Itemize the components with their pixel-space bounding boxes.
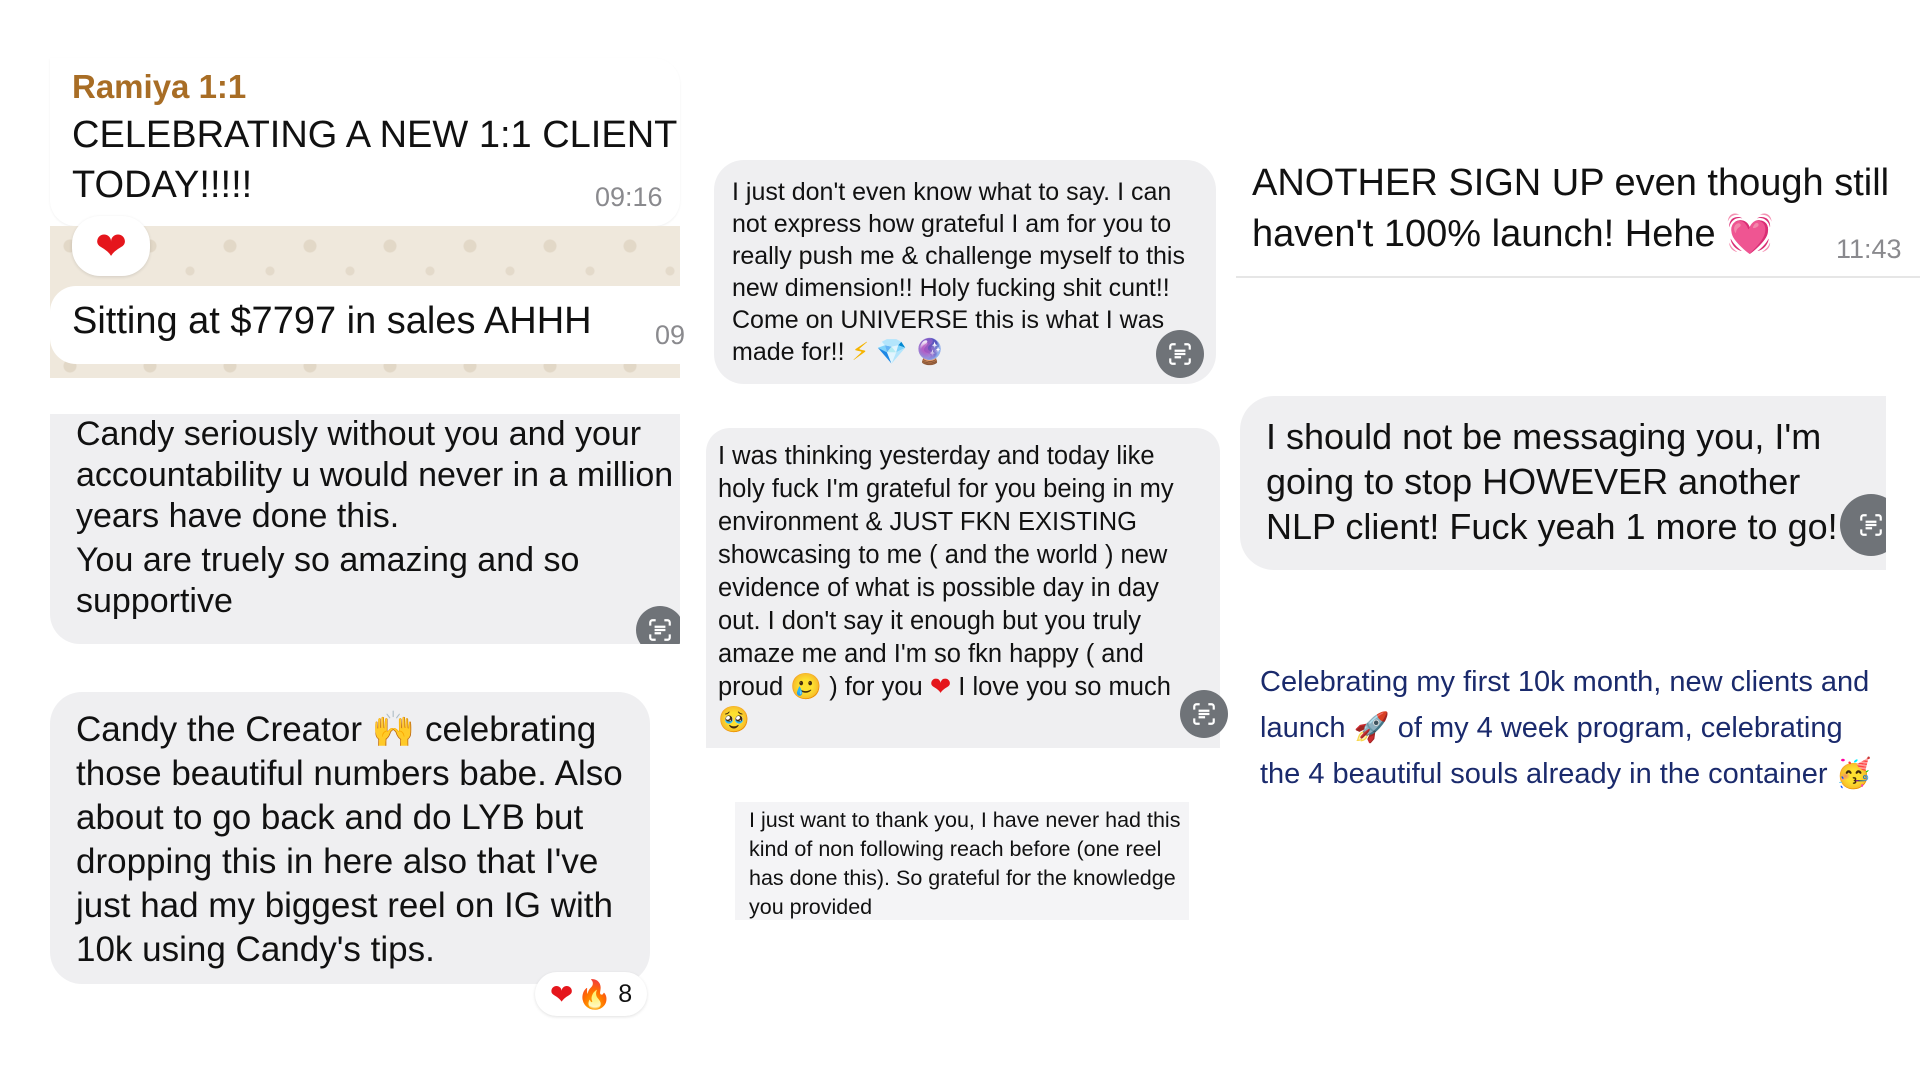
message-bubble-nlp-client[interactable]: I should not be messaging you, I'm going… xyxy=(1240,396,1886,570)
message-text: I just want to thank you, I have never h… xyxy=(749,808,1181,919)
raised-hands-icon: 🙌 xyxy=(371,710,416,750)
message-text-part3: I love you so much xyxy=(958,673,1171,701)
message-bubble-ramiya[interactable]: Ramiya 1:1 CELEBRATING A NEW 1:1 CLIENT … xyxy=(50,58,680,226)
message-text-line2: TODAY!!!!! xyxy=(72,164,253,206)
message-text-body: I just don't even know what to say. I ca… xyxy=(732,178,1185,366)
reaction-pill-heart[interactable]: ❤ xyxy=(72,216,150,276)
message-text-part1: I was thinking yesterday and today like … xyxy=(718,442,1174,701)
message-text-part2: ) for you xyxy=(829,673,923,701)
message-text: I should not be messaging you, I'm going… xyxy=(1266,416,1838,547)
message-timestamp: 11:43 xyxy=(1836,234,1902,264)
scan-text-icon xyxy=(1169,343,1191,365)
scan-text-icon xyxy=(649,619,671,641)
message-bubble-creator[interactable]: Candy the Creator 🙌 celebrating those be… xyxy=(50,692,650,984)
message-bubble-sales[interactable]: Sitting at $7797 in sales AHHH 09 xyxy=(50,286,685,364)
beating-heart-icon: 💓 xyxy=(1726,211,1774,255)
message-paragraph-1-text: Candy seriously without you and your acc… xyxy=(76,415,674,535)
message-bubble-thank-you[interactable]: I just want to thank you, I have never h… xyxy=(735,802,1189,920)
heart-icon: ❤ xyxy=(549,977,574,1011)
message-text-line1: CELEBRATING A NEW 1:1 CLIENT xyxy=(72,114,678,156)
message-bubble-environment[interactable]: I was thinking yesterday and today like … xyxy=(706,428,1228,748)
message-text-body: ANOTHER SIGN UP even though still haven'… xyxy=(1252,162,1890,255)
lightning-icon: ⚡ xyxy=(851,337,870,366)
fire-icon: 🔥 xyxy=(577,977,613,1011)
heart-icon: ❤ xyxy=(929,672,952,702)
scan-text-icon xyxy=(1860,514,1882,536)
message-text: Candy the Creator 🙌 celebrating those be… xyxy=(76,708,641,972)
live-text-button[interactable] xyxy=(636,606,680,644)
reactions-summary[interactable]: ❤ 🔥 8 xyxy=(535,972,647,1016)
message-text: ANOTHER SIGN UP even though still haven'… xyxy=(1252,158,1892,259)
gem-icon: 💎 xyxy=(876,337,908,366)
message-text: I was thinking yesterday and today like … xyxy=(718,440,1206,737)
message-text-part1: Candy the Creator xyxy=(76,710,362,749)
party-face-icon: 🥳 xyxy=(1835,756,1872,790)
message-paragraph-2-text: You are truely so amazing and so support… xyxy=(76,541,580,620)
live-text-button[interactable] xyxy=(1180,690,1228,738)
rocket-icon: 🚀 xyxy=(1353,710,1390,744)
scan-text-icon xyxy=(1193,703,1215,725)
message-bubble-grateful[interactable]: I just don't even know what to say. I ca… xyxy=(714,160,1216,384)
crystal-ball-icon: 🔮 xyxy=(914,337,946,366)
message-text: I just don't even know what to say. I ca… xyxy=(732,176,1202,368)
message-bubble-accountability[interactable]: Candy seriously without you and your acc… xyxy=(50,414,680,644)
message-bubble-sign-up[interactable]: ANOTHER SIGN UP even though still haven'… xyxy=(1236,150,1920,278)
smiling-tear-icon: 🥲 xyxy=(790,672,823,702)
heart-icon: ❤ xyxy=(95,224,127,268)
live-text-button[interactable] xyxy=(1156,330,1204,378)
message-text-part2: of my 4 week program, celebrating the 4 … xyxy=(1260,712,1843,790)
pleading-face-icon: 🥹 xyxy=(718,705,750,735)
sender-name: Ramiya 1:1 xyxy=(72,68,247,105)
message-timestamp-partial: 09 xyxy=(655,320,686,350)
message-text: Sitting at $7797 in sales AHHH xyxy=(72,300,592,342)
reaction-count: 8 xyxy=(618,979,633,1008)
message-timestamp: 09:16 xyxy=(595,182,663,212)
message-text-10k-month: Celebrating my first 10k month, new clie… xyxy=(1260,660,1880,797)
